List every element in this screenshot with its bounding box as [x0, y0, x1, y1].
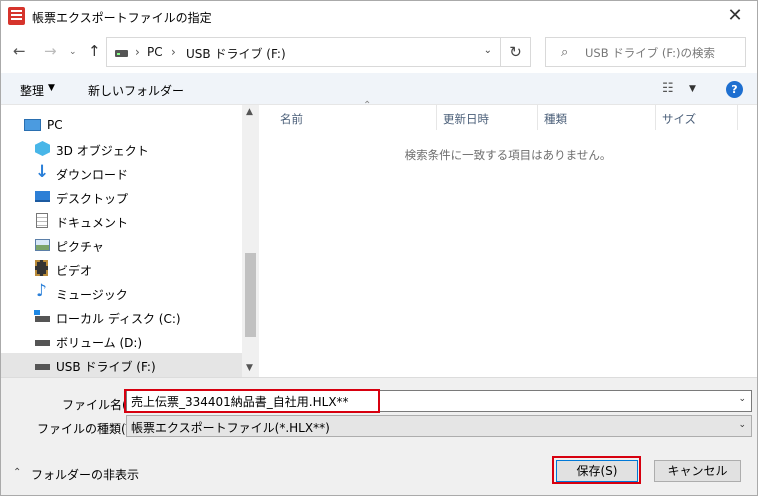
new-folder-button[interactable]: 新しいフォルダー: [88, 82, 184, 99]
sidebar-item-music[interactable]: ♪ ミュージック: [1, 281, 242, 305]
refresh-icon: ↻: [509, 43, 522, 61]
forward-arrow-icon[interactable]: →: [44, 42, 57, 60]
video-icon: [35, 260, 48, 276]
hide-folders-toggle[interactable]: フォルダーの非表示: [31, 466, 139, 483]
music-icon: ♪: [36, 281, 47, 301]
sidebar-item-label: ビデオ: [56, 264, 93, 278]
desktop-icon: [35, 191, 50, 202]
address-row: ← → ⌄ ↑ › PC › USB ドライブ (F:) ⌄ ↻ ⌕: [1, 32, 757, 72]
refresh-button[interactable]: ↻: [501, 37, 531, 67]
sidebar-item-label: 3D オブジェクト: [56, 144, 149, 158]
column-header-name[interactable]: 名前 ⌃: [274, 100, 437, 130]
breadcrumb-separator: ›: [171, 45, 176, 59]
cancel-button[interactable]: キャンセル: [654, 460, 741, 482]
sidebar-item-volume-d[interactable]: ボリューム (D:): [1, 329, 242, 353]
sidebar-item-3d-objects[interactable]: 3D オブジェクト: [1, 137, 242, 161]
empty-list-message: 検索条件に一致する項目はありません。: [404, 148, 612, 162]
sidebar-item-usb-drive-f[interactable]: USB ドライブ (F:): [1, 353, 242, 377]
save-highlight-box: [552, 456, 641, 484]
organize-button[interactable]: 整理: [20, 82, 44, 99]
sidebar-item-label: PC: [47, 118, 63, 132]
filetype-select[interactable]: 帳票エクスポートファイル(*.HLX**) ⌄: [126, 415, 752, 437]
sidebar-item-label: ドキュメント: [56, 216, 129, 230]
filename-highlight-box: [124, 389, 380, 413]
up-arrow-icon[interactable]: ↑: [88, 42, 101, 60]
command-toolbar: 整理 ▼ 新しいフォルダー ☷ ▼ ?: [1, 73, 757, 105]
navigation-pane: PC 3D オブジェクト ↓ ダウンロード デスクトップ ドキュメント ピクチャ…: [1, 105, 259, 377]
sidebar-item-videos[interactable]: ビデオ: [1, 257, 242, 281]
recent-locations-chevron-icon[interactable]: ⌄: [69, 47, 77, 57]
sidebar-item-pc[interactable]: PC: [1, 113, 242, 137]
file-list: 名前 ⌃ 更新日時 種類 サイズ 検索条件に一致する項目はありません。: [259, 100, 757, 377]
app-icon: [8, 7, 25, 25]
save-dialog: 帳票エクスポートファイルの指定 ✕ ← → ⌄ ↑ › PC › USB ドライ…: [0, 0, 758, 496]
drive-icon: [115, 50, 128, 57]
picture-icon: [35, 239, 50, 251]
scrollbar-thumb[interactable]: [245, 253, 256, 337]
scroll-down-icon[interactable]: ▼: [246, 363, 253, 373]
scroll-up-icon[interactable]: ▲: [246, 107, 253, 117]
filetype-value: 帳票エクスポートファイル(*.HLX**): [131, 421, 330, 435]
drive-icon: [35, 340, 50, 346]
sidebar-item-documents[interactable]: ドキュメント: [1, 209, 242, 233]
sidebar-item-label: ボリューム (D:): [56, 336, 143, 350]
caret-down-icon[interactable]: ▼: [689, 84, 696, 94]
sidebar-item-label: USB ドライブ (F:): [56, 360, 156, 374]
local-disk-icon: [34, 310, 50, 322]
sort-caret-icon: ⌃: [363, 100, 372, 111]
window-title: 帳票エクスポートファイルの指定: [32, 11, 212, 25]
address-bar[interactable]: › PC › USB ドライブ (F:) ⌄: [106, 37, 501, 67]
sidebar-item-desktop[interactable]: デスクトップ: [1, 185, 242, 209]
3d-objects-icon: [35, 141, 50, 156]
breadcrumb-separator: ›: [135, 45, 140, 59]
navigation-scrollbar[interactable]: ▲ ▼: [242, 105, 259, 377]
usb-drive-icon: [35, 364, 50, 370]
column-header-type[interactable]: 種類: [538, 105, 656, 130]
back-arrow-icon[interactable]: ←: [13, 42, 26, 60]
sidebar-item-downloads[interactable]: ↓ ダウンロード: [1, 161, 242, 185]
document-icon: [36, 213, 48, 228]
chevron-down-icon[interactable]: ⌄: [738, 420, 746, 430]
column-header-date-modified[interactable]: 更新日時: [437, 105, 538, 130]
search-icon: ⌕: [561, 45, 569, 60]
download-icon: ↓: [35, 162, 50, 182]
breadcrumb-usb-drive[interactable]: USB ドライブ (F:): [186, 45, 286, 62]
sidebar-item-label: デスクトップ: [56, 192, 129, 206]
caret-down-icon[interactable]: ▼: [48, 83, 55, 93]
sidebar-item-pictures[interactable]: ピクチャ: [1, 233, 242, 257]
view-options-icon[interactable]: ☷: [662, 81, 674, 96]
breadcrumb-pc[interactable]: PC: [147, 45, 163, 59]
chevron-down-icon[interactable]: ⌄: [738, 394, 746, 404]
sidebar-item-label: ミュージック: [56, 288, 128, 302]
search-box[interactable]: ⌕: [545, 37, 746, 67]
close-button[interactable]: ✕: [713, 1, 757, 31]
column-header-size[interactable]: サイズ: [656, 105, 738, 130]
sidebar-item-label: ローカル ディスク (C:): [56, 312, 181, 326]
sidebar-item-label: ピクチャ: [56, 240, 104, 254]
pc-icon: [24, 119, 41, 131]
save-options-area: ファイル名(N): ⌄ ファイルの種類(T): 帳票エクスポートファイル(*.H…: [1, 377, 757, 495]
chevron-up-icon[interactable]: ⌃: [13, 467, 21, 478]
sidebar-item-local-disk-c[interactable]: ローカル ディスク (C:): [1, 305, 242, 329]
title-bar: 帳票エクスポートファイルの指定 ✕: [1, 1, 757, 32]
sidebar-item-label: ダウンロード: [56, 168, 129, 182]
search-input[interactable]: [585, 44, 740, 62]
help-icon[interactable]: ?: [726, 81, 743, 98]
chevron-down-icon[interactable]: ⌄: [484, 45, 492, 56]
